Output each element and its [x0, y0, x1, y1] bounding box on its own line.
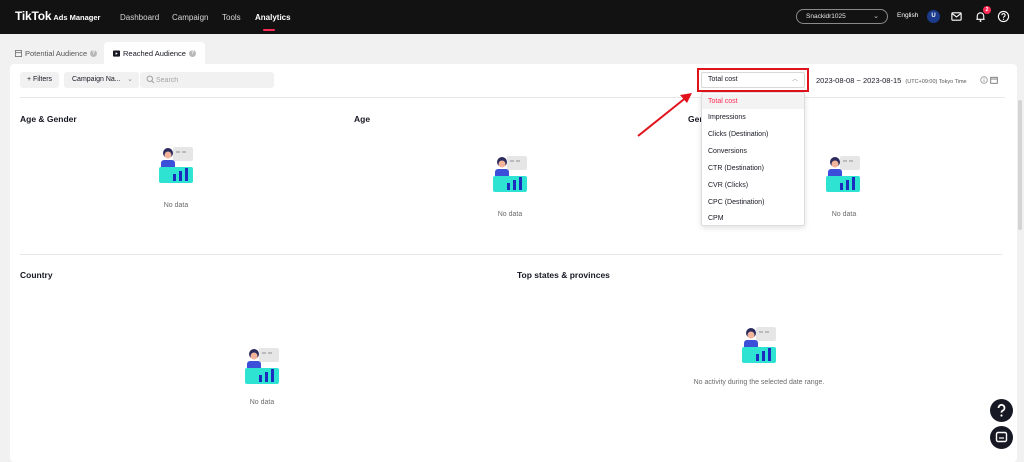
metric-dropdown-menu: Total cost Impressions Clicks (Destinati…	[701, 92, 805, 226]
search-input[interactable]	[156, 72, 266, 88]
table-icon	[15, 49, 22, 57]
info-icon[interactable]	[980, 76, 988, 84]
active-nav-indicator	[263, 29, 275, 31]
mail-icon[interactable]	[950, 10, 963, 23]
metric-option-cpm[interactable]: CPM	[702, 211, 804, 226]
metric-option-conversions[interactable]: Conversions	[702, 144, 804, 159]
date-range-picker[interactable]: 2023-08-08 ~ 2023-08-15 (UTC+09:00) Toky…	[816, 76, 967, 85]
tab-potential-audience[interactable]: Potential Audience ?	[15, 42, 98, 64]
empty-state-text: No data	[831, 211, 857, 218]
metric-option-total-cost[interactable]: Total cost	[702, 94, 804, 109]
tab-reached-audience[interactable]: Reached Audience ?	[104, 42, 205, 64]
search-icon	[146, 75, 155, 84]
empty-state-text: No data	[497, 211, 523, 218]
chevron-down-icon: ⌄	[873, 13, 879, 20]
video-icon	[113, 49, 120, 57]
main-panel	[10, 64, 1017, 462]
filters-button[interactable]: + Filters	[20, 72, 59, 88]
help-icon[interactable]: ?	[188, 49, 196, 57]
avatar[interactable]: U	[927, 10, 940, 23]
top-nav-bar: TikTok Ads Manager Dashboard Campaign To…	[0, 0, 1024, 34]
account-selector[interactable]: Snackidr1025 ⌄	[796, 9, 888, 24]
empty-state-text: No data	[249, 399, 275, 406]
metric-option-clicks[interactable]: Clicks (Destination)	[702, 127, 804, 142]
feedback-float-button[interactable]	[990, 426, 1013, 449]
metric-option-cvr[interactable]: CVR (Clicks)	[702, 178, 804, 193]
question-icon	[997, 404, 1006, 417]
empty-state-illustration	[493, 156, 527, 192]
nav-dashboard[interactable]: Dashboard	[120, 13, 159, 22]
annotation-arrow-icon	[637, 93, 692, 137]
section-title-country: Country	[20, 270, 53, 280]
empty-state-illustration	[159, 147, 193, 183]
help-float-button[interactable]	[990, 399, 1013, 422]
metric-option-cpc[interactable]: CPC (Destination)	[702, 195, 804, 210]
search-box[interactable]	[140, 72, 274, 88]
empty-state-text: No data	[163, 202, 189, 209]
chevron-down-icon: ⌄	[127, 76, 133, 83]
campaign-name-select[interactable]: Campaign Na... ⌄	[64, 72, 139, 88]
tiktok-ads-manager-logo[interactable]: TikTok Ads Manager	[15, 9, 100, 23]
metric-option-ctr[interactable]: CTR (Destination)	[702, 161, 804, 176]
language-switcher[interactable]: English	[897, 12, 918, 19]
annotation-highlight-box	[697, 68, 809, 92]
section-title-top-states: Top states & provinces	[517, 270, 610, 280]
empty-state-illustration	[826, 156, 860, 192]
nav-campaign[interactable]: Campaign	[172, 13, 208, 22]
metric-option-impressions[interactable]: Impressions	[702, 110, 804, 125]
timezone-label: (UTC+09:00) Tokyo Time	[905, 79, 967, 85]
calendar-icon[interactable]	[990, 76, 998, 84]
nav-tools[interactable]: Tools	[222, 13, 241, 22]
chat-icon	[995, 431, 1008, 443]
help-icon[interactable]: ?	[90, 49, 98, 57]
empty-state-illustration	[742, 327, 776, 363]
section-title-age-gender: Age & Gender	[20, 114, 77, 124]
section-title-age: Age	[354, 114, 371, 124]
divider	[20, 97, 1005, 98]
nav-analytics[interactable]: Analytics	[255, 13, 291, 22]
scrollbar-thumb[interactable]	[1018, 100, 1022, 230]
notification-badge: 2	[983, 6, 991, 14]
empty-state-text: No activity during the selected date ran…	[693, 379, 825, 386]
divider	[20, 254, 1002, 255]
empty-state-illustration	[245, 348, 279, 384]
help-circle-icon[interactable]	[997, 10, 1010, 23]
